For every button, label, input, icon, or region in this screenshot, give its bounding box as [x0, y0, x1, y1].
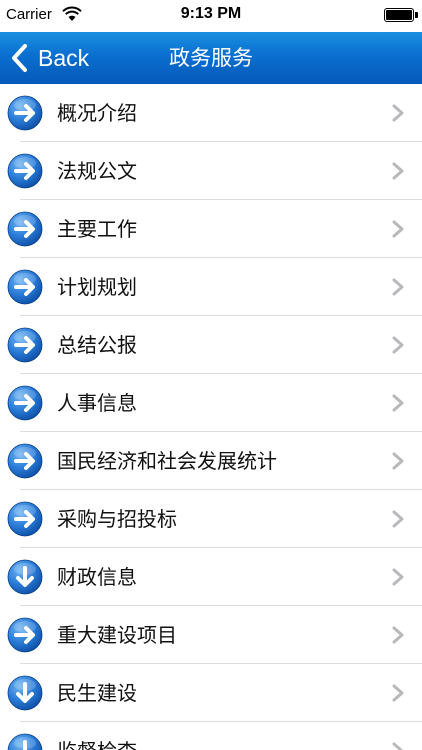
list-item[interactable]: 人事信息 — [0, 374, 422, 432]
chevron-right-icon — [392, 394, 404, 412]
chevron-right-icon — [392, 510, 404, 528]
chevron-right-icon — [392, 742, 404, 750]
status-time: 9:13 PM — [180, 5, 242, 22]
list-item[interactable]: 民生建设 — [0, 664, 422, 722]
battery-icon — [384, 8, 414, 22]
arrow-right-icon — [7, 617, 43, 653]
status-bar: Carrier 9:13 PM — [0, 0, 422, 32]
chevron-right-icon — [392, 336, 404, 354]
list-item[interactable]: 财政信息 — [0, 548, 422, 606]
chevron-right-icon — [392, 104, 404, 122]
arrow-right-icon — [7, 327, 43, 363]
list-item-label: 主要工作 — [57, 217, 137, 241]
chevron-right-icon — [392, 626, 404, 644]
list-item-label: 计划规划 — [57, 275, 137, 299]
list-item-label: 监督检查 — [57, 722, 137, 750]
list-item[interactable]: 采购与招投标 — [0, 490, 422, 548]
battery-tip — [415, 12, 418, 18]
chevron-left-icon — [12, 44, 27, 72]
navigation-bar: Back 政务服务 — [0, 32, 422, 84]
chevron-right-icon — [392, 220, 404, 238]
list-item-label: 总结公报 — [57, 333, 137, 357]
arrow-down-icon — [7, 675, 43, 711]
list-item-label: 法规公文 — [57, 159, 137, 183]
arrow-right-icon — [7, 153, 43, 189]
list-item[interactable]: 概况介绍 — [0, 84, 422, 142]
list-item-label: 重大建设项目 — [57, 623, 177, 647]
arrow-down-icon — [7, 559, 43, 595]
list-item[interactable]: 计划规划 — [0, 258, 422, 316]
list-item-label: 人事信息 — [57, 391, 137, 415]
list-item[interactable]: 重大建设项目 — [0, 606, 422, 664]
chevron-right-icon — [392, 162, 404, 180]
list-item-label: 民生建设 — [57, 681, 137, 705]
arrow-right-icon — [7, 385, 43, 421]
arrow-down-icon — [7, 733, 43, 750]
back-button[interactable]: Back — [10, 32, 89, 84]
chevron-right-icon — [392, 684, 404, 702]
list-item[interactable]: 总结公报 — [0, 316, 422, 374]
list-item-label: 概况介绍 — [57, 101, 137, 125]
arrow-right-icon — [7, 501, 43, 537]
chevron-right-icon — [392, 452, 404, 470]
back-label: Back — [38, 44, 90, 71]
list-item-label: 财政信息 — [57, 565, 137, 589]
list-item[interactable]: 法规公文 — [0, 142, 422, 200]
arrow-right-icon — [7, 95, 43, 131]
arrow-right-icon — [7, 211, 43, 247]
list-item-label: 采购与招投标 — [57, 507, 177, 531]
menu-list: 概况介绍法规公文主要工作计划规划总结公报人事信息国民经济和社会发展统计 采购与招投… — [0, 84, 422, 750]
list-item[interactable]: 国民经济和社会发展统计 — [0, 432, 422, 490]
list-item-label: 国民经济和社会发展统计 — [57, 449, 277, 473]
arrow-right-icon — [7, 269, 43, 305]
chevron-right-icon — [392, 278, 404, 296]
list-item[interactable]: 监督检查 — [0, 722, 422, 750]
chevron-right-icon — [392, 568, 404, 586]
arrow-right-icon — [7, 443, 43, 479]
list-item[interactable]: 主要工作 — [0, 200, 422, 258]
